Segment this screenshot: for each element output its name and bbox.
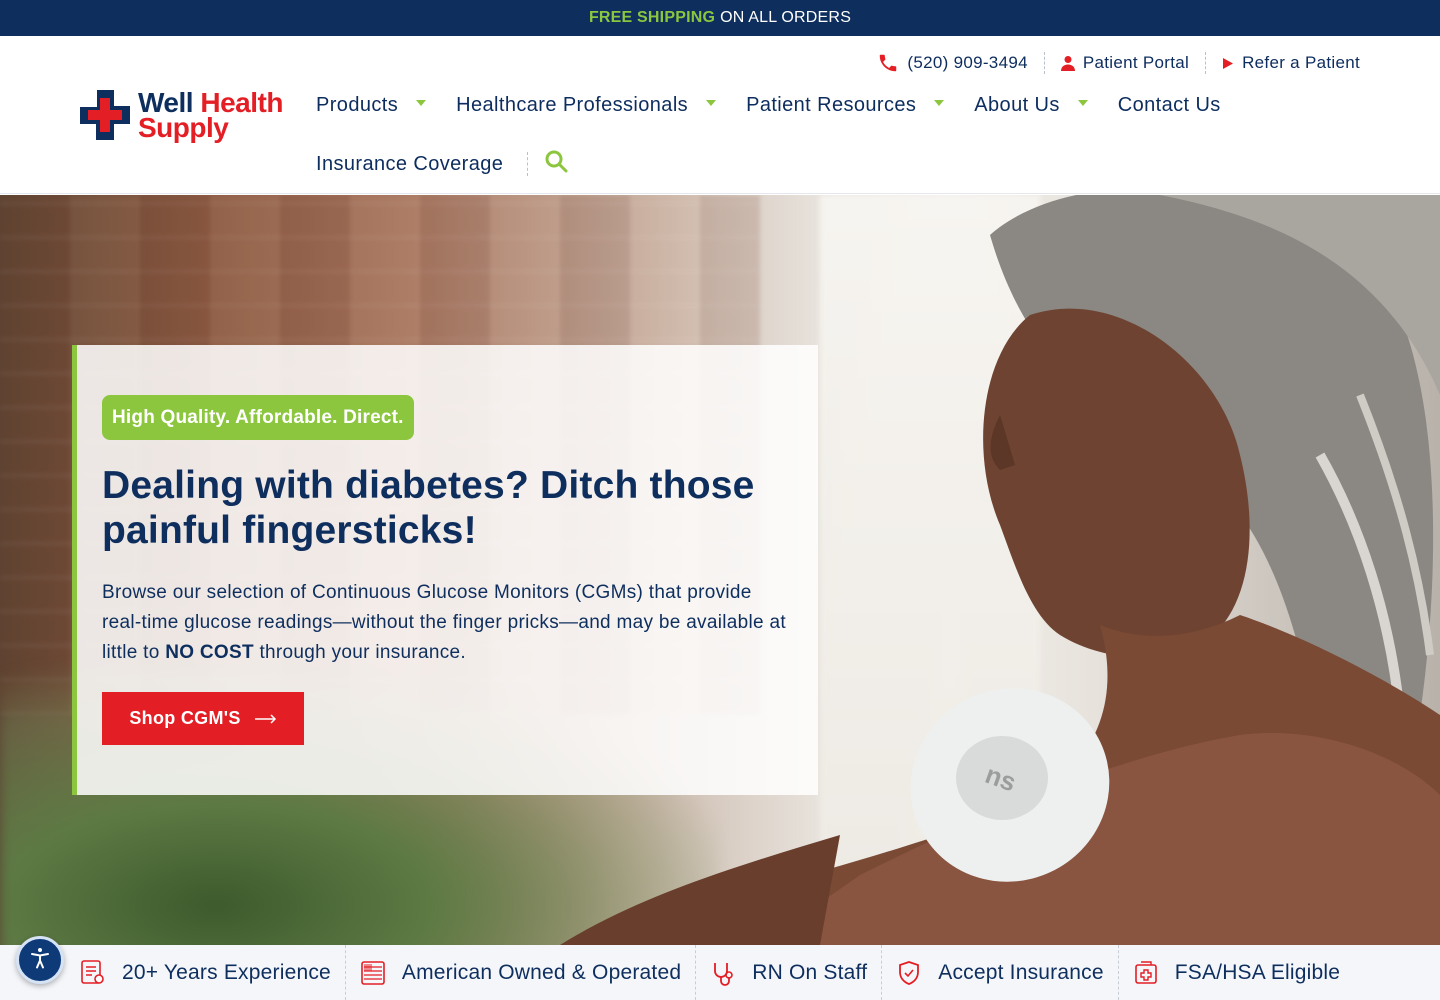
flag-icon — [360, 959, 386, 987]
hero-card: High Quality. Affordable. Direct. Dealin… — [72, 345, 818, 795]
feature-label: 20+ Years Experience — [122, 960, 331, 984]
site-logo[interactable]: Well Health Supply — [78, 88, 290, 142]
promo-bar: FREE SHIPPING ON ALL ORDERS — [0, 0, 1440, 36]
hero-description-part: through your insurance. — [253, 642, 466, 663]
caret-down-icon — [706, 100, 717, 106]
utility-nav: (520) 909-3494 Patient Portal Refer a Pa… — [877, 50, 1360, 76]
caret-down-icon — [934, 100, 945, 106]
feature-divider — [695, 945, 697, 1000]
logo-wordmark: Well Health Supply — [138, 89, 283, 143]
shop-cgms-button[interactable]: Shop CGM'S — [102, 692, 304, 745]
hero-section: ns High Quality. Affordable. Direct. Dea… — [0, 195, 1440, 945]
nav-divider — [527, 152, 529, 176]
tagline-badge: High Quality. Affordable. Direct. — [102, 395, 414, 440]
stethoscope-icon — [710, 959, 736, 987]
nav-label: Patient Resources — [746, 93, 917, 116]
feature-accept-insurance: Accept Insurance — [896, 945, 1132, 1000]
shield-icon — [896, 959, 922, 987]
nav-item-products[interactable]: Products — [316, 93, 427, 117]
utility-divider — [1043, 52, 1045, 74]
nav-label: Insurance Coverage — [316, 152, 504, 175]
feature-experience: 20+ Years Experience — [80, 945, 360, 1000]
user-icon — [1060, 55, 1075, 71]
feature-label: Accept Insurance — [938, 960, 1104, 984]
utility-divider — [1205, 52, 1207, 74]
shop-cgms-label: Shop CGM'S — [129, 708, 241, 728]
features-strip: 20+ Years Experience American Owned & Op… — [0, 945, 1440, 1000]
play-icon — [1222, 57, 1234, 70]
hero-description: Browse our selection of Continuous Gluco… — [102, 578, 792, 668]
logo-word-supply: Supply — [138, 112, 229, 143]
caret-down-icon — [416, 100, 427, 106]
nav-label: Healthcare Professionals — [456, 93, 689, 116]
feature-rn-on-staff: RN On Staff — [710, 945, 896, 1000]
phone-link[interactable]: (520) 909-3494 — [877, 52, 1028, 74]
phone-number: (520) 909-3494 — [907, 53, 1028, 72]
patient-portal-label: Patient Portal — [1082, 53, 1190, 72]
feature-fsa-hsa: FSA/HSA Eligible — [1133, 945, 1340, 1000]
medical-card-icon — [1133, 959, 1159, 987]
promo-highlight: FREE SHIPPING — [588, 9, 716, 26]
nav-item-healthcare-professionals[interactable]: Healthcare Professionals — [456, 93, 717, 117]
nav-item-contact-us[interactable]: Contact Us — [1118, 94, 1221, 117]
feature-american-owned: American Owned & Operated — [360, 945, 710, 1000]
arrow-right-icon — [254, 708, 277, 729]
accessibility-icon — [28, 946, 52, 975]
caret-down-icon — [1077, 100, 1088, 106]
no-cost-emphasis: NO COST — [165, 642, 254, 663]
certificate-icon — [80, 959, 106, 987]
nav-item-about-us[interactable]: About Us — [974, 93, 1088, 117]
refer-patient-link[interactable]: Refer a Patient — [1222, 53, 1360, 73]
refer-patient-label: Refer a Patient — [1242, 53, 1360, 72]
feature-label: American Owned & Operated — [401, 960, 682, 984]
accessibility-button[interactable] — [16, 936, 64, 984]
promo-text: ON ALL ORDERS — [720, 9, 852, 26]
phone-icon — [877, 52, 899, 74]
nav-label: About Us — [974, 93, 1060, 116]
hero-headline: Dealing with diabetes? Ditch those painf… — [102, 464, 755, 552]
feature-divider — [344, 945, 346, 1000]
site-header: (520) 909-3494 Patient Portal Refer a Pa… — [0, 36, 1440, 194]
feature-divider — [1117, 945, 1119, 1000]
search-icon — [544, 150, 568, 178]
medical-cross-icon — [78, 88, 132, 142]
nav-label: Products — [316, 93, 399, 116]
search-button[interactable] — [544, 149, 568, 179]
nav-item-insurance-coverage[interactable]: Insurance Coverage — [316, 153, 503, 176]
nav-item-patient-resources[interactable]: Patient Resources — [746, 93, 945, 117]
nav-label: Contact Us — [1117, 93, 1221, 116]
feature-label: FSA/HSA Eligible — [1174, 960, 1341, 984]
feature-divider — [881, 945, 883, 1000]
main-nav: Products Healthcare Professionals Patien… — [316, 88, 1316, 181]
patient-portal-link[interactable]: Patient Portal — [1060, 53, 1190, 73]
feature-label: RN On Staff — [752, 960, 868, 984]
